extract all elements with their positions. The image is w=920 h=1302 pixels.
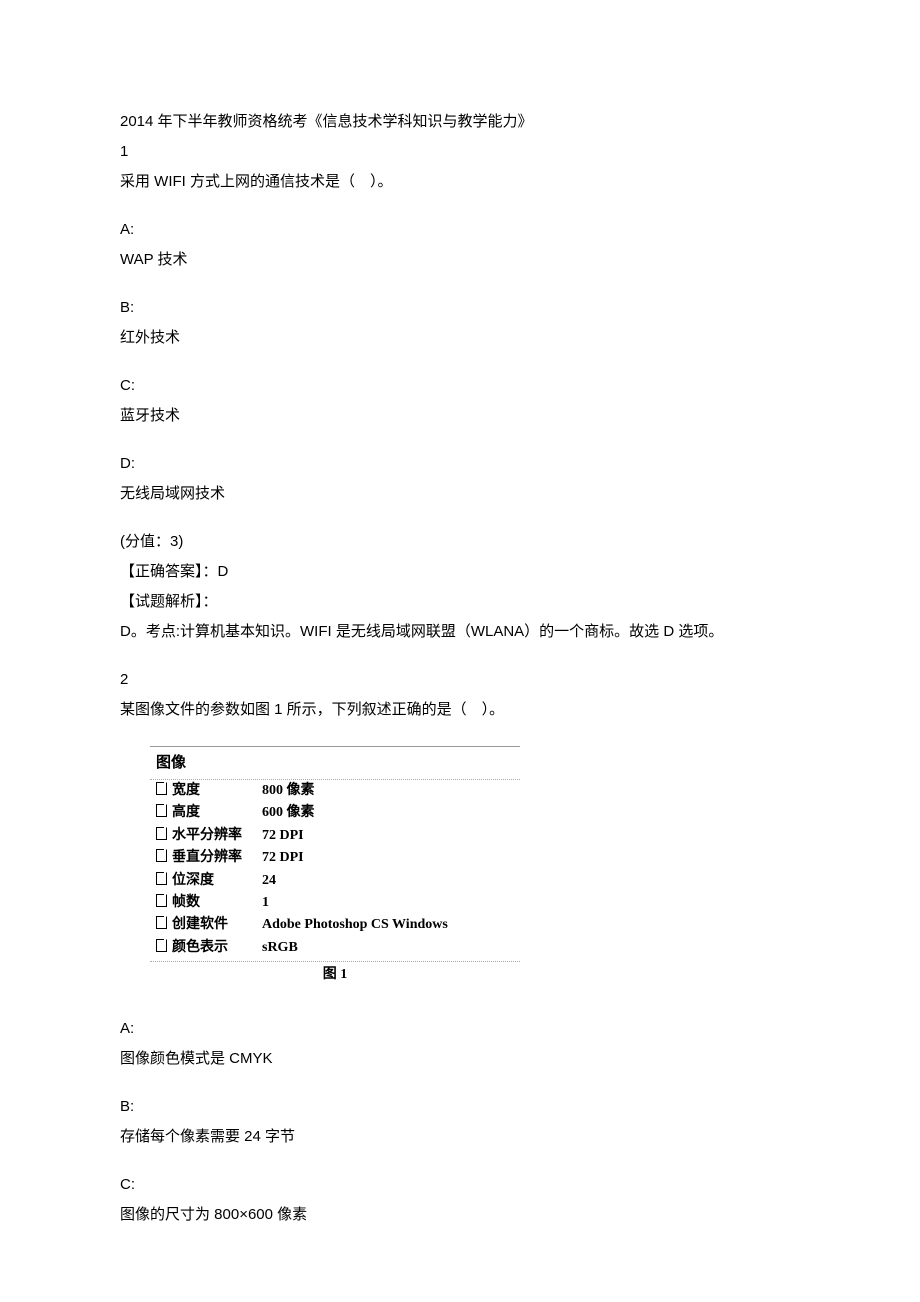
document-title: 2014 年下半年教师资格统考《信息技术学科知识与教学能力》	[120, 110, 800, 134]
q1-optA-text: WAP 技术	[120, 248, 800, 272]
figure-row-value: 72 DPI	[262, 825, 514, 847]
q2-stem: 某图像文件的参数如图 1 所示，下列叙述正确的是（ ）。	[120, 698, 800, 722]
figure-row: 宽度 800 像素	[150, 780, 520, 802]
document-icon	[156, 825, 172, 847]
q2-optB-text: 存储每个像素需要 24 字节	[120, 1125, 800, 1149]
figure-row-label: 高度	[172, 802, 262, 824]
document-icon	[156, 780, 172, 802]
figure-row: 帧数 1	[150, 892, 520, 914]
q2-optA-text: 图像颜色模式是 CMYK	[120, 1047, 800, 1071]
q1-optC-text: 蓝牙技术	[120, 404, 800, 428]
document-icon	[156, 870, 172, 892]
q1-analysis-text: D。考点:计算机基本知识。WIFI 是无线局域网联盟（WLANA）的一个商标。故…	[120, 620, 800, 644]
figure-row-label: 水平分辨率	[172, 825, 262, 847]
q1-number: 1	[120, 140, 800, 164]
document-icon	[156, 914, 172, 936]
figure-caption: 图 1	[150, 962, 520, 986]
figure-row-value: sRGB	[262, 937, 514, 959]
figure-row-value: 800 像素	[262, 780, 514, 802]
document-icon	[156, 847, 172, 869]
figure-row-value: Adobe Photoshop CS Windows	[262, 914, 514, 936]
q1-analysis-label: 【试题解析】：	[120, 590, 800, 614]
q1-optB-label: B:	[120, 296, 800, 320]
figure-row-label: 颜色表示	[172, 937, 262, 959]
figure-row-value: 600 像素	[262, 802, 514, 824]
q2-number: 2	[120, 668, 800, 692]
document-icon	[156, 937, 172, 959]
figure-row-label: 宽度	[172, 780, 262, 802]
q2-optB-label: B:	[120, 1095, 800, 1119]
figure-row-value: 72 DPI	[262, 847, 514, 869]
q1-optD-text: 无线局域网技术	[120, 482, 800, 506]
figure-row-label: 垂直分辨率	[172, 847, 262, 869]
figure-row: 创建软件 Adobe Photoshop CS Windows	[150, 914, 520, 936]
document-icon	[156, 802, 172, 824]
figure-header: 图像	[150, 747, 520, 780]
q1-stem: 采用 WIFI 方式上网的通信技术是（ ）。	[120, 170, 800, 194]
q1-optC-label: C:	[120, 374, 800, 398]
figure-row-label: 创建软件	[172, 914, 262, 936]
q1-optD-label: D:	[120, 452, 800, 476]
q2-optA-label: A:	[120, 1017, 800, 1041]
q2-optC-label: C:	[120, 1173, 800, 1197]
q1-optB-text: 红外技术	[120, 326, 800, 350]
page: 2014 年下半年教师资格统考《信息技术学科知识与教学能力》 1 采用 WIFI…	[0, 0, 920, 1302]
document-icon	[156, 892, 172, 914]
figure-row: 垂直分辨率 72 DPI	[150, 847, 520, 869]
q1-optA-label: A:	[120, 218, 800, 242]
q1-answer: 【正确答案】：D	[120, 560, 800, 584]
q1-score: (分值：3)	[120, 530, 800, 554]
q2-optC-text: 图像的尺寸为 800×600 像素	[120, 1203, 800, 1227]
figure-row: 位深度 24	[150, 870, 520, 892]
figure-row: 高度 600 像素	[150, 802, 520, 824]
figure-row: 颜色表示 sRGB	[150, 937, 520, 959]
figure-row-label: 位深度	[172, 870, 262, 892]
figure-row-value: 1	[262, 892, 514, 914]
figure-row-value: 24	[262, 870, 514, 892]
figure-row: 水平分辨率 72 DPI	[150, 825, 520, 847]
figure-row-label: 帧数	[172, 892, 262, 914]
q2-figure: 图像 宽度 800 像素 高度 600 像素 水平分辨率 72 DPI 垂直分辨…	[150, 746, 520, 987]
